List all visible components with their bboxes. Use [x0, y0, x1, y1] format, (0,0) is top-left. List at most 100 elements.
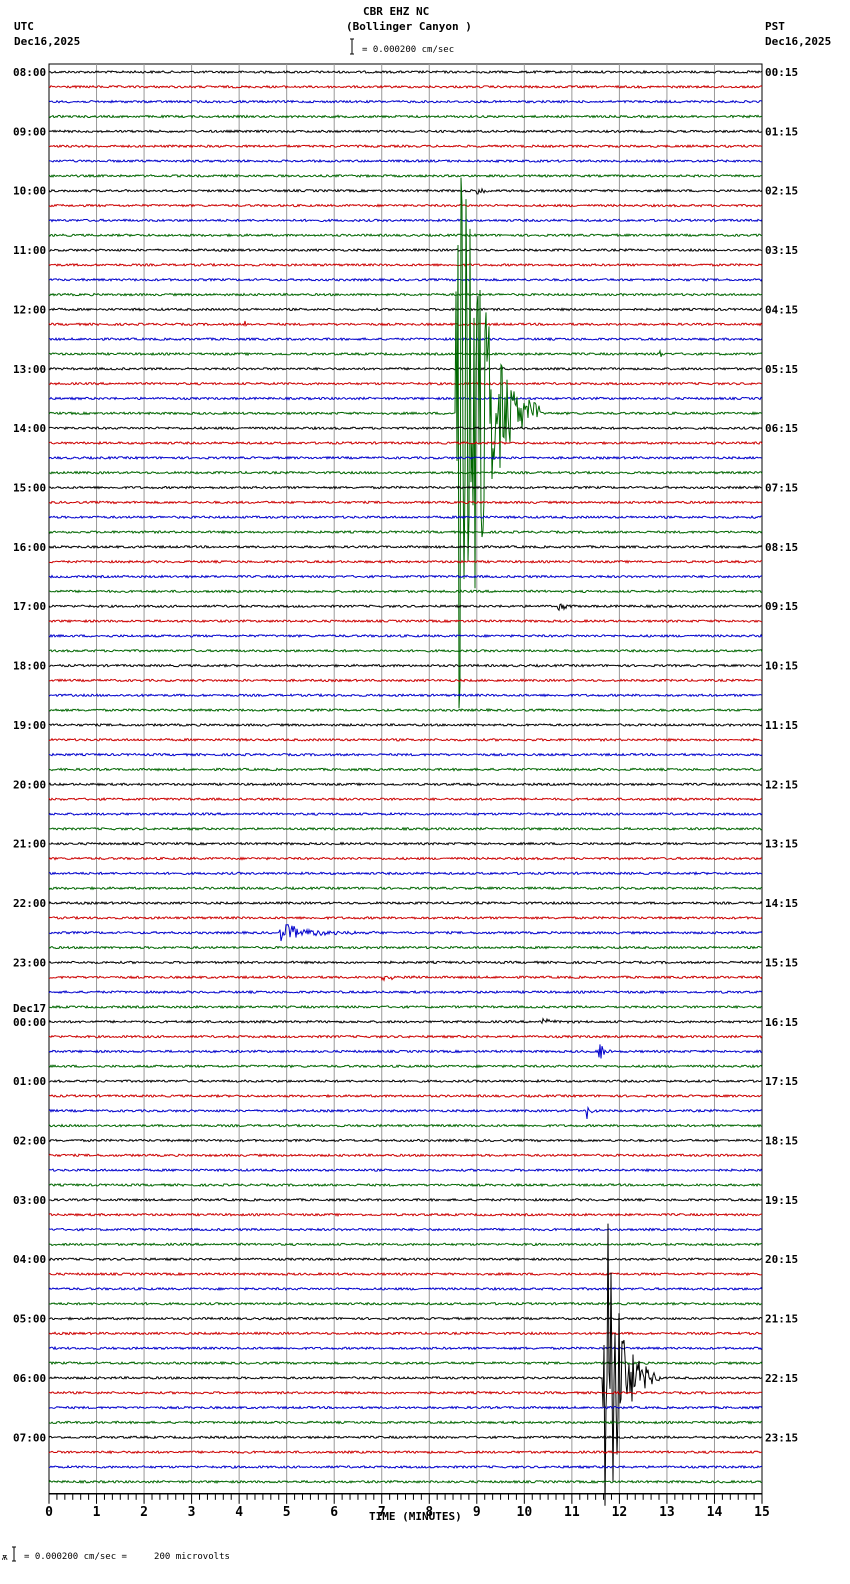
x-tick-label: 13	[659, 1505, 675, 1520]
trace-62	[48, 989, 763, 995]
station-title: CBR EHZ NC	[363, 5, 429, 18]
right-date: Dec16,2025	[765, 35, 831, 48]
trace-90	[48, 1405, 763, 1410]
trace-26	[48, 455, 763, 460]
trace-72	[48, 1138, 763, 1143]
trace-56	[48, 900, 763, 906]
trace-28	[48, 485, 763, 490]
trace-69	[48, 1093, 763, 1099]
utc-hour-label: 05:00	[13, 1313, 46, 1326]
utc-hour-label: 04:00	[13, 1253, 46, 1266]
trace-61	[48, 975, 763, 982]
trace-79	[48, 1242, 763, 1247]
trace-65	[48, 1034, 763, 1039]
trace-38	[48, 633, 763, 639]
utc-hour-label: 17:00	[13, 600, 46, 613]
pst-hour-label: 00:15	[765, 66, 798, 79]
utc-hour-label: 23:00	[13, 956, 46, 969]
trace-93	[48, 1450, 763, 1455]
pst-hour-label: 05:15	[765, 363, 798, 376]
trace-3	[48, 114, 763, 119]
utc-hour-label: 01:00	[13, 1075, 46, 1088]
trace-60	[48, 960, 763, 965]
trace-40	[49, 663, 762, 668]
trace-15	[48, 292, 763, 297]
footer-scale-note: = 0.000200 cm/sec = 200 microvolts	[24, 1552, 230, 1562]
trace-19	[48, 348, 763, 357]
pst-hour-label: 19:15	[765, 1194, 798, 1207]
trace-88	[48, 1223, 763, 1506]
trace-83	[48, 1301, 762, 1306]
trace-11	[48, 233, 763, 238]
utc-hour-label: 02:00	[13, 1134, 46, 1147]
trace-35	[49, 589, 763, 594]
pst-hour-label: 02:15	[765, 185, 798, 198]
trace-66	[48, 1044, 763, 1059]
pst-hour-label: 10:15	[765, 660, 798, 673]
trace-50	[48, 811, 763, 817]
seismogram-chart: CBR EHZ NC (Bollinger Canyon ) UTC Dec16…	[2, 5, 831, 1563]
x-tick-label: 10	[517, 1505, 533, 1520]
scale-label: = 0.000200 cm/sec	[362, 45, 454, 55]
trace-82	[48, 1286, 763, 1291]
utc-hour-label: 18:00	[13, 660, 46, 673]
trace-39	[48, 648, 763, 653]
utc-date-change-label: Dec17	[13, 1002, 46, 1015]
x-tick-label: 0	[45, 1505, 53, 1520]
trace-2	[48, 99, 763, 104]
left-date: Dec16,2025	[14, 35, 80, 48]
pst-hour-label: 01:15	[765, 125, 798, 138]
trace-30	[48, 515, 763, 520]
pst-hour-label: 20:15	[765, 1253, 798, 1266]
trace-44	[48, 722, 763, 728]
trace-13	[48, 262, 763, 268]
trace-53	[48, 856, 763, 861]
trace-81	[48, 1271, 762, 1277]
trace-33	[48, 559, 763, 564]
x-tick-label: 1	[93, 1505, 101, 1520]
trace-0	[48, 69, 763, 75]
x-tick-label: 11	[564, 1505, 580, 1520]
scale-bar-icon	[350, 38, 354, 55]
pst-hour-label: 14:15	[765, 897, 798, 910]
trace-12	[48, 247, 763, 253]
trace-92	[48, 1435, 762, 1440]
trace-46	[48, 752, 763, 757]
trace-54	[48, 871, 763, 876]
x-tick-label: 6	[330, 1505, 338, 1520]
trace-91	[48, 1420, 763, 1425]
utc-hour-label: 15:00	[13, 482, 46, 495]
trace-24	[48, 425, 763, 431]
trace-77	[48, 1212, 763, 1217]
trace-16	[48, 307, 763, 312]
x-axis-label: TIME (MINUTES)	[369, 1510, 462, 1523]
pst-hour-label: 13:15	[765, 838, 798, 851]
pst-hour-label: 11:15	[765, 719, 798, 732]
pst-hour-label: 15:15	[765, 956, 798, 969]
x-tick-label: 12	[612, 1505, 628, 1520]
pst-hour-label: 06:15	[765, 422, 798, 435]
trace-80	[48, 1257, 763, 1262]
trace-86	[48, 1345, 763, 1351]
utc-hour-label: 20:00	[13, 778, 46, 791]
trace-6	[48, 158, 763, 164]
trace-18	[48, 336, 763, 342]
trace-75	[48, 1182, 762, 1188]
utc-hour-label: 21:00	[13, 838, 46, 851]
trace-70	[48, 1105, 763, 1119]
pst-hour-label: 07:15	[765, 482, 798, 495]
trace-22	[49, 396, 763, 401]
x-tick-label: 5	[283, 1505, 291, 1520]
trace-group	[48, 69, 763, 1506]
trace-59	[48, 945, 763, 950]
trace-41	[48, 678, 763, 683]
trace-84	[48, 1316, 763, 1321]
trace-85	[48, 1331, 763, 1336]
trace-55	[48, 886, 763, 891]
trace-89	[48, 1390, 763, 1396]
trace-45	[48, 737, 763, 743]
pst-hour-label: 09:15	[765, 600, 798, 613]
x-tick-label: 2	[140, 1505, 148, 1520]
footer-scale-bar-icon	[12, 1546, 16, 1562]
trace-58	[49, 923, 763, 942]
